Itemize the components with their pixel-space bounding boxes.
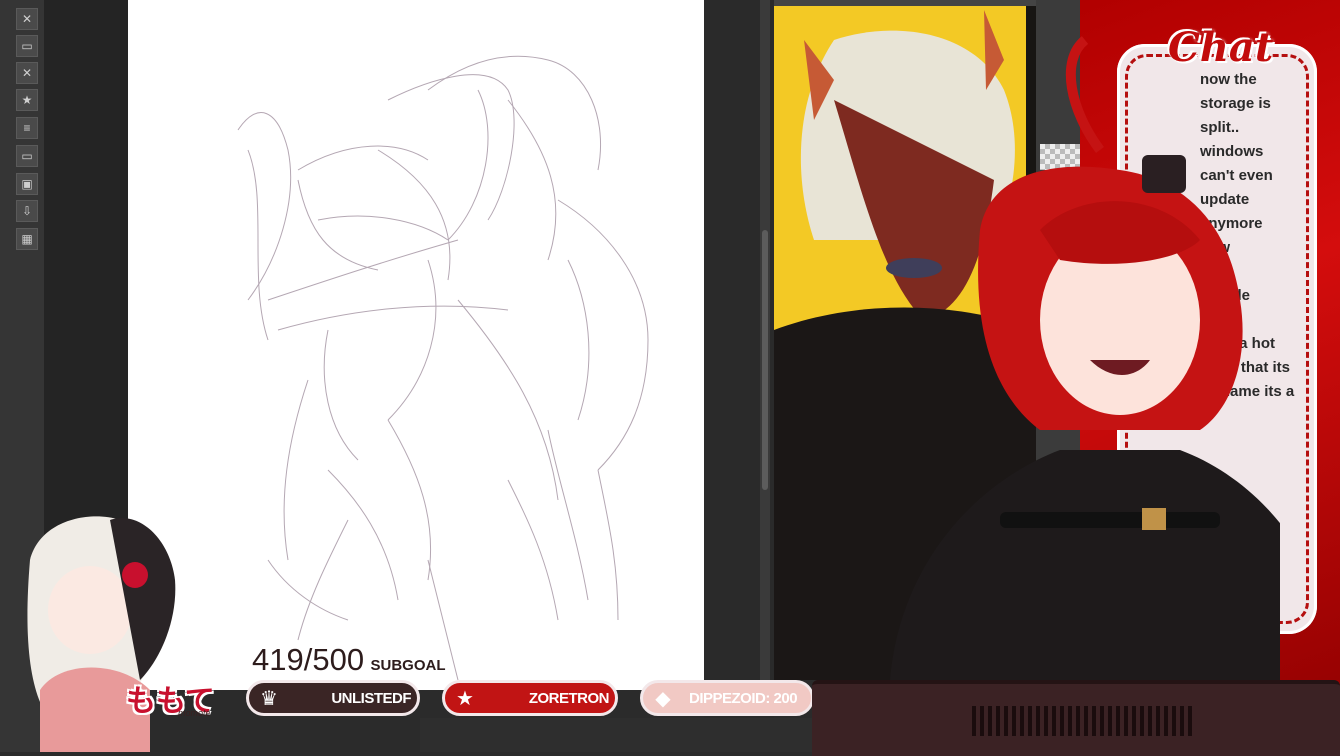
laptop-prop (812, 680, 1340, 756)
alert-text: DIPPEZOID: 200 (689, 689, 798, 707)
diamond-icon: ◆ (655, 687, 671, 710)
latest-bits-alert: ◆ DIPPEZOID: 200 (640, 680, 814, 716)
latest-follower-alert: ★ ZORETRON (442, 680, 618, 716)
chibi-mascot (27, 516, 176, 752)
subgoal-count: 419/500 (252, 642, 365, 677)
laptop-vent (972, 706, 1192, 736)
taskbar (420, 718, 812, 752)
canvas-scrollbar[interactable] (760, 0, 770, 690)
vtuber-avatar (890, 36, 1280, 680)
crown-icon: ♛ (260, 687, 278, 710)
subgoal-counter: 419/500 SUBGOAL (252, 642, 446, 678)
subgoal-label: SUBGOAL (370, 657, 446, 674)
alert-text: UNLISTEDF (331, 689, 411, 707)
latest-member-alert: ♛ UNLISTEDF (246, 680, 420, 716)
alert-text: ZORETRON (528, 689, 610, 707)
scrollbar-thumb[interactable] (762, 230, 768, 490)
brand-subtext: momote (178, 708, 211, 718)
star-icon: ★ (456, 687, 474, 710)
